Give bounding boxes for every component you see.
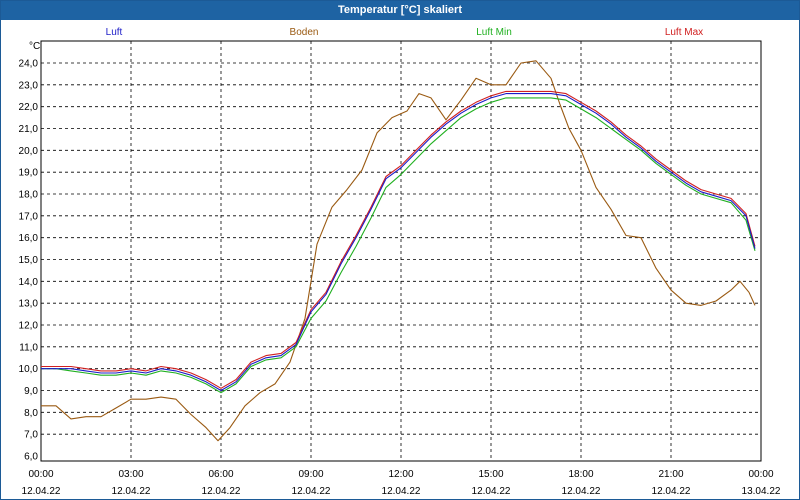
temperature-chart: Luft Boden Luft Min Luft Max °C 6,0 7,0 8,0 9,… <box>19 27 781 497</box>
x-tick-date: 12.04.22 <box>292 486 331 497</box>
chart-window: Temperatur [°C] skaliert Luft Boden Luft M… <box>0 0 800 500</box>
x-tick-date: 12.04.22 <box>382 486 421 497</box>
y-tick-label: 13,0 <box>19 299 39 310</box>
x-tick-date: 13.04.22 <box>742 486 781 497</box>
y-tick-label: 24,0 <box>19 59 39 70</box>
x-tick-time: 09:00 <box>298 469 323 480</box>
series-line-boden <box>41 60 756 442</box>
x-tick-time: 03:00 <box>118 469 143 480</box>
series-line-luft-max <box>41 90 756 389</box>
y-tick-label: 16,0 <box>19 233 39 244</box>
x-tick-time: 00:00 <box>748 469 773 480</box>
y-tick-label: 20,0 <box>19 146 39 157</box>
legend-item: Boden <box>290 27 319 38</box>
x-tick-time: 00:00 <box>28 469 53 480</box>
series-line-luft-min <box>41 97 756 394</box>
x-tick-time: 18:00 <box>568 469 593 480</box>
y-tick-label: 15,0 <box>19 255 39 266</box>
x-tick-time: 06:00 <box>208 469 233 480</box>
x-tick-time: 15:00 <box>478 469 503 480</box>
y-tick-label: 14,0 <box>19 277 39 288</box>
y-tick-label: 12,0 <box>19 321 39 332</box>
x-tick-time: 12:00 <box>388 469 413 480</box>
y-axis: 6,0 7,0 8,0 9,0 10,0 11,0 12,0 13,0 14,0 15,0 16,0… <box>19 59 39 463</box>
y-tick-label: 6,0 <box>24 452 38 463</box>
legend-item: Luft <box>106 27 123 38</box>
x-tick-date: 12.04.22 <box>112 486 151 497</box>
x-tick-date: 12.04.22 <box>22 486 61 497</box>
y-tick-label: 19,0 <box>19 168 39 179</box>
y-tick-label: 10,0 <box>19 364 39 375</box>
y-tick-label: 17,0 <box>19 211 39 222</box>
y-tick-label: 11,0 <box>19 342 38 353</box>
x-tick-date: 12.04.22 <box>652 486 691 497</box>
y-tick-label: 18,0 <box>19 190 39 201</box>
series-line-luft <box>41 93 756 392</box>
y-tick-label: 7,0 <box>24 430 38 441</box>
legend-item: Luft Max <box>665 27 703 38</box>
y-tick-label: 21,0 <box>19 124 39 135</box>
x-tick-date: 12.04.22 <box>202 486 241 497</box>
y-tick-label: 23,0 <box>19 80 39 91</box>
x-axis: 00:00 12.04.22 03:00 12.04.22 06:00 12.04.22 0… <box>22 469 781 497</box>
x-tick-date: 12.04.22 <box>562 486 601 497</box>
grid <box>41 41 761 461</box>
y-tick-label: 9,0 <box>24 386 38 397</box>
y-tick-label: 8,0 <box>24 408 38 419</box>
y-tick-label: 22,0 <box>19 102 39 113</box>
x-tick-time: 21:00 <box>658 469 683 480</box>
legend-item: Luft Min <box>476 27 512 38</box>
x-tick-date: 12.04.22 <box>472 486 511 497</box>
legend: Luft Boden Luft Min Luft Max <box>106 27 704 38</box>
series-group <box>41 60 756 442</box>
y-axis-unit: °C <box>29 41 40 52</box>
